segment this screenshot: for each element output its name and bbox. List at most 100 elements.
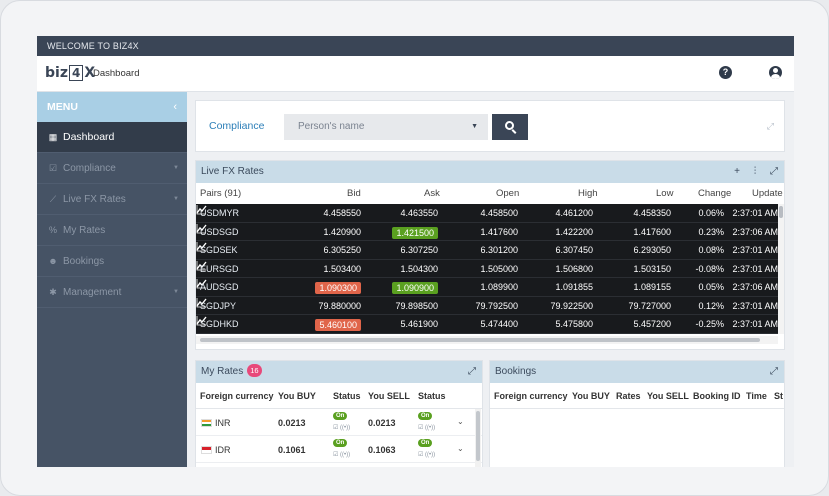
check-icon[interactable]: ☑ ((•)) — [418, 451, 435, 458]
rate-row[interactable]: IDR 0.1061 On ☑ ((•)) 0.1063 On ☑ ((•)) ⌄ — [196, 436, 482, 463]
fx-row[interactable]: SGDSEK 6.305250 6.307250 6.301200 6.307450 6.… — [196, 241, 778, 260]
india-flag-icon — [201, 419, 212, 427]
settings-sliders-icon[interactable]: ⫶ — [754, 166, 757, 177]
expand-icon[interactable]: ⤢ — [767, 121, 774, 132]
fx-high: 1.091855 — [555, 282, 593, 292]
fx-bid: 6.305250 — [323, 245, 361, 255]
my-rates-header: My Rates 16 ⤢ — [196, 361, 482, 383]
sidebar-item-label: Live FX Rates — [63, 194, 126, 205]
fx-vertical-scrollbar[interactable] — [778, 204, 784, 334]
fx-ask: 6.307250 — [400, 245, 438, 255]
buy-status-toggle[interactable]: On — [333, 439, 348, 447]
fx-pair[interactable]: USDMYR — [200, 208, 239, 218]
chevron-down-icon[interactable]: ⌄ — [457, 444, 464, 453]
fx-change: 0.08% — [698, 245, 724, 255]
fx-high: 79.922500 — [550, 300, 593, 311]
sidebar-item-label: Dashboard — [63, 131, 115, 143]
fx-pair[interactable]: SGDHKD — [200, 319, 239, 329]
col-change[interactable]: Change — [698, 188, 731, 199]
sell-status-toggle[interactable]: On — [418, 439, 433, 447]
bookings-header: Bookings ⤢ — [490, 361, 784, 383]
sidebar-items: ▦ Dashboard ☑ Compliance ▼ ⟋ Live FX Rates ▼% My… — [37, 122, 187, 308]
sidebar-item-live-fx-rates[interactable]: ⟋ Live FX Rates ▼ — [37, 184, 187, 215]
expand-icon[interactable]: ⤢ — [770, 366, 778, 377]
rate-row[interactable]: INR 0.0213 On ☑ ((•)) 0.0213 On ☑ ((•)) ⌄ — [196, 409, 482, 436]
percent-icon: % — [48, 225, 57, 235]
col-open[interactable]: Open — [496, 188, 519, 199]
rate-you-buy[interactable]: 0.0213 — [278, 418, 306, 428]
sidebar-item-label: Bookings — [63, 256, 105, 267]
col-status: St — [774, 391, 783, 401]
fx-pair[interactable]: SGDSEK — [200, 245, 238, 255]
fx-high: 1.506800 — [555, 263, 593, 274]
expand-icon[interactable]: ⤢ — [468, 366, 476, 377]
check-icon[interactable]: ☑ ((•)) — [418, 424, 435, 431]
fx-row[interactable]: USDMYR 4.458550 4.463550 4.458500 4.461200 4.… — [196, 204, 778, 223]
fx-row[interactable]: USDSGD 1.420900 1.421500 1.417600 1.422200 1.… — [196, 223, 778, 241]
check-icon[interactable]: ☑ ((•)) — [333, 424, 350, 431]
checkbox-icon: ☑ — [48, 163, 58, 173]
sidebar-item-compliance[interactable]: ☑ Compliance ▼ — [37, 153, 187, 184]
fx-change: 0.06% — [698, 208, 724, 218]
fx-low: 4.458350 — [633, 208, 671, 218]
buy-status-toggle[interactable]: On — [333, 412, 348, 420]
my-rates-scrollbar[interactable] — [475, 409, 481, 467]
fx-change: -0.25% — [695, 319, 724, 329]
fx-row[interactable]: SGDJPY 79.880000 79.898500 79.792500 79.9225… — [196, 297, 778, 315]
my-rates-column-headers: Foreign currency You BUY Status You SELL… — [196, 383, 482, 409]
fx-panel-header: Live FX Rates + ⫶ ⤢ — [196, 161, 784, 183]
collapse-menu-icon[interactable]: ‹ — [173, 92, 177, 122]
help-icon[interactable]: ? — [719, 66, 732, 79]
fx-column-headers: Pairs (91) Bid Ask Open High Low Change … — [196, 183, 784, 203]
fx-bid: 5.460100 — [315, 319, 361, 331]
col-you-buy: You BUY — [572, 391, 610, 401]
add-icon[interactable]: + — [734, 166, 740, 177]
fx-row[interactable]: SGDHKD 5.460100 5.461900 5.474400 5.475800 5.… — [196, 315, 778, 334]
sell-status-toggle[interactable]: On — [418, 412, 433, 420]
fx-pair[interactable]: SGDJPY — [200, 301, 236, 311]
person-name-placeholder: Person's name — [298, 121, 365, 132]
rate-you-buy[interactable]: 0.1061 — [278, 445, 306, 455]
user-icon[interactable] — [769, 66, 782, 79]
sidebar-item-my-rates[interactable]: % My Rates — [37, 215, 187, 246]
welcome-bar: WELCOME TO BIZ4X — [37, 36, 794, 56]
fx-bid: 79.880000 — [318, 300, 361, 311]
dashboard-icon: ▦ — [48, 132, 58, 142]
fx-row[interactable]: AUDSGD 1.090300 1.090900 1.089900 1.091855 1.… — [196, 278, 778, 297]
col-pairs[interactable]: Pairs (91) — [200, 188, 241, 199]
chevron-down-icon[interactable]: ⌄ — [457, 417, 464, 426]
fx-horizontal-scrollbar[interactable] — [196, 336, 778, 344]
check-icon[interactable]: ☑ ((•)) — [333, 451, 350, 458]
biz4x-logo[interactable]: biz 4 X — [45, 61, 95, 85]
person-name-select[interactable]: Person's name ▼ — [284, 114, 488, 140]
fx-pair[interactable]: EURSGD — [200, 264, 239, 274]
sidebar-item-bookings[interactable]: ☻ Bookings — [37, 246, 187, 277]
search-button[interactable] — [492, 114, 528, 140]
main-content: Compliance Person's name ▼ ⤢ Live FX Rat… — [187, 92, 794, 467]
rate-you-sell[interactable]: 0.1063 — [368, 445, 396, 455]
sidebar-item-dashboard[interactable]: ▦ Dashboard — [37, 122, 187, 153]
col-update[interactable]: Update — [752, 188, 783, 199]
col-status-2: Status — [418, 391, 446, 401]
col-bid[interactable]: Bid — [347, 188, 361, 199]
fx-bid: 1.090300 — [315, 282, 361, 294]
col-ask[interactable]: Ask — [424, 188, 440, 199]
col-high[interactable]: High — [578, 188, 598, 199]
fx-low: 1.503150 — [633, 263, 671, 274]
sidebar-item-management[interactable]: ✱ Management ▼ — [37, 277, 187, 308]
col-you-sell: You SELL — [647, 391, 689, 401]
fx-high: 6.307450 — [555, 245, 593, 255]
fx-change: 0.12% — [698, 300, 724, 311]
col-low[interactable]: Low — [656, 188, 673, 199]
compliance-search-panel: Compliance Person's name ▼ ⤢ — [195, 100, 785, 152]
chevron-down-icon: ▼ — [173, 165, 179, 171]
rate-you-sell[interactable]: 0.0213 — [368, 418, 396, 428]
col-foreign-currency: Foreign currency — [200, 391, 274, 401]
fx-row[interactable]: EURSGD 1.503400 1.504300 1.505000 1.506800 1.… — [196, 260, 778, 278]
fx-pair[interactable]: USDSGD — [200, 227, 239, 237]
fx-ask: 4.463550 — [400, 208, 438, 218]
dropdown-caret-icon: ▼ — [471, 123, 478, 130]
fx-pair[interactable]: AUDSGD — [200, 282, 239, 292]
expand-icon[interactable]: ⤢ — [770, 166, 778, 177]
fx-ask: 1.504300 — [400, 263, 438, 274]
